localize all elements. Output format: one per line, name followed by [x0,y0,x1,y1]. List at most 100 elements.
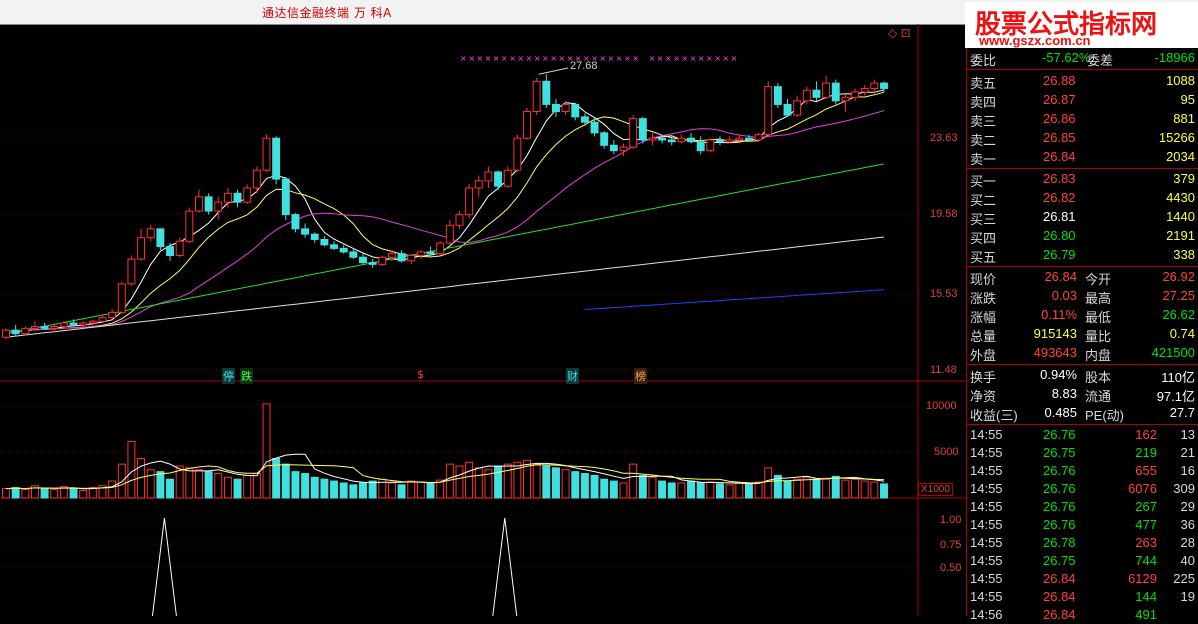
candle-body [503,169,512,187]
candle-body [426,251,435,255]
sell-level-4[interactable]: 卖四 26.87 95 [967,91,1198,110]
tick-row: 14:55 26.76 267 29 [967,498,1198,516]
tick-row: 14:55 26.84 6129 225 [967,570,1198,588]
tick-volume: 144 [1135,589,1157,604]
event-marker-halt[interactable]: 停 [222,368,235,384]
signal-marker: × [665,54,672,63]
buy-label: 买五 [970,250,997,265]
volume-bar [793,478,802,499]
quote-value: 0.74 [1169,326,1195,341]
candle-body [474,180,483,189]
candle-body [330,244,339,249]
watermark: 股票公式指标网 www.gszx.com.cn [965,2,1198,48]
tick-price: 26.76 [1043,427,1076,442]
candle-body [301,228,310,235]
candle-body [214,201,223,212]
candle-body [416,251,425,256]
tick-row: 14:55 26.84 144 19 [967,588,1198,606]
candle-body [137,237,146,260]
event-marker-list[interactable]: 榜 [634,368,647,384]
candle-body [860,87,869,93]
candle-body [822,82,831,98]
sell-volume: 2034 [1166,149,1195,164]
volume-bar [880,483,888,499]
candle-body [667,139,676,143]
candle-body [175,240,184,256]
candle-body [638,118,647,141]
volume-bar [146,469,155,499]
sell-label: 卖二 [970,133,997,148]
signal-marker: × [460,54,467,63]
sell-price: 26.88 [1043,73,1076,88]
kline-chart[interactable]: × × × × × × × × × × × × × × × × × × × × × × × × × × × × × × × × × [0,24,966,616]
tick-price: 26.75 [1043,445,1076,460]
candle-body [320,238,329,246]
candle-body [802,89,811,102]
volume-bar [629,463,638,499]
tick-price: 26.76 [1043,499,1076,514]
candle-body [658,137,667,141]
candle-body [368,262,377,265]
tick-row: 14:55 26.76 6076 309 [967,480,1198,498]
event-marker-fall[interactable]: 跌 [240,368,253,384]
signal-marker: × [526,54,533,63]
fund-value: 0.485 [1044,405,1077,420]
volume-bar [754,481,763,499]
candle-body [513,137,522,171]
event-marker-finance[interactable]: 财 [566,368,579,384]
sell-volume: 881 [1173,111,1195,126]
volume-bar [716,483,724,499]
chart-corner-icons[interactable]: ◇ ⊡ [888,26,911,40]
volume-bar [735,482,744,499]
candle-body [870,82,879,89]
buy-level-3[interactable]: 买三 26.81 1440 [967,208,1198,227]
sell-level-2[interactable]: 卖二 26.85 15266 [967,129,1198,148]
quote-label: 最低 [1085,310,1112,325]
buy-volume: 379 [1173,171,1195,186]
signal-marker: × [534,54,541,63]
volume-bar [243,474,252,499]
buy-level-5[interactable]: 买五 26.79 338 [967,246,1198,265]
candle-body [687,137,696,143]
sell-level-5[interactable]: 卖五 26.88 1088 [967,72,1198,91]
quote-row-outer: 外盘 493643 内盘 421500 [967,344,1198,363]
fund-label: 流通 [1085,389,1112,404]
signal-marker: × [599,54,606,63]
volume-bar [851,478,860,499]
volume-bar [638,474,647,499]
candle-body [98,317,107,322]
event-marker-dividend[interactable]: $ [416,368,425,381]
buy-level-2[interactable]: 买二 26.82 4430 [967,189,1198,208]
signal-marker: × [608,54,615,63]
volume-bar [387,482,396,499]
tick-count: 40 [1180,553,1195,568]
buy-level-4[interactable]: 买四 26.80 2191 [967,227,1198,246]
candle-body [812,89,821,98]
buy-level-1[interactable]: 买一 26.83 379 [967,170,1198,189]
sell-price: 26.84 [1043,149,1076,164]
signal-marker: × [681,54,688,63]
volume-bar [291,471,300,499]
kline-chart-area[interactable]: × × × × × × × × × × × × × × × × × × × × × × × × × × × × × × × × × ◇ ⊡ 23… [0,24,966,616]
candle-body [764,86,773,136]
fund-value: 110亿 [1161,370,1195,385]
candle-body [841,96,850,102]
volume-bar [330,480,339,499]
volume-bar [561,469,570,499]
signal-marker: × [509,54,516,63]
buy-volume: 2191 [1166,228,1195,243]
sell-level-1[interactable]: 卖一 26.84 2034 [967,148,1198,167]
signal-marker: × [558,54,565,63]
tick-time: 14:56 [970,607,1003,622]
signal-marker: × [550,54,557,63]
price-axis-label: 15.53 [930,288,958,300]
buy-price: 26.82 [1043,190,1076,205]
candle-body [262,137,271,171]
volume-bar [252,473,261,499]
buy-volume: 1440 [1166,209,1195,224]
candle-body [339,247,348,253]
sell-level-3[interactable]: 卖三 26.86 881 [967,110,1198,129]
signal-marker: × [624,54,631,63]
buy-volume: 338 [1173,247,1195,262]
signal-marker: × [501,54,508,63]
